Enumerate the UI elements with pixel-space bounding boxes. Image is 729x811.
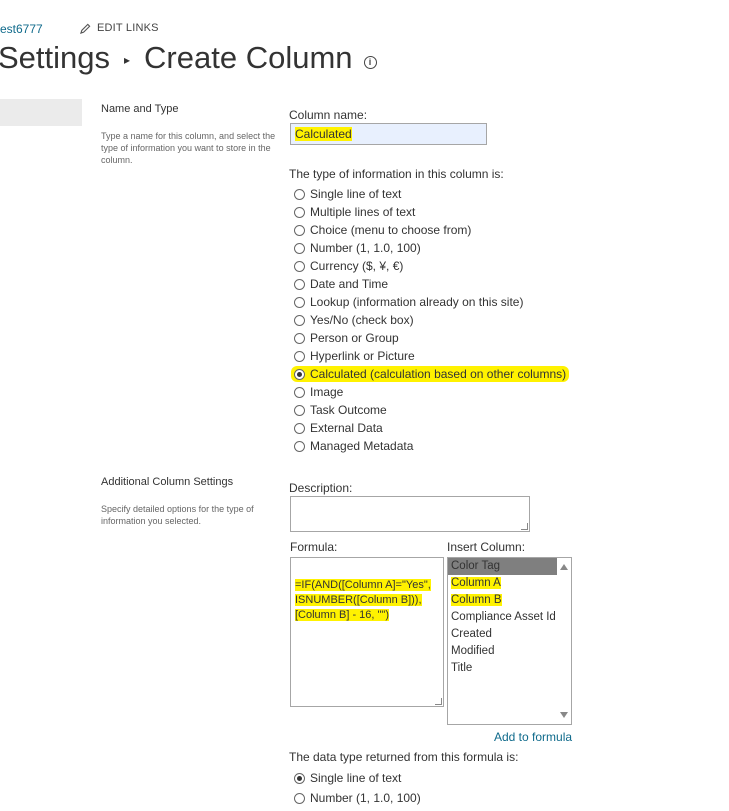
insert-column-option[interactable]: Modified xyxy=(448,643,571,660)
radio-button[interactable] xyxy=(294,206,305,218)
column-type-radio-group: Single line of text Multiple lines of te… xyxy=(291,185,570,455)
type-option[interactable]: Image xyxy=(294,383,569,401)
radio-button[interactable] xyxy=(294,242,305,254)
scroll-down-icon[interactable] xyxy=(560,712,568,718)
type-option[interactable]: Hyperlink or Picture xyxy=(294,347,569,365)
radio-button[interactable] xyxy=(294,404,305,416)
description-label: Description: xyxy=(289,481,353,495)
section-desc-name-and-type: Type a name for this column, and select … xyxy=(101,131,276,165)
type-option[interactable]: Currency ($, ¥, €) xyxy=(294,257,569,275)
type-option-calculated[interactable]: Calculated (calculation based on other c… xyxy=(291,365,570,383)
type-option[interactable]: Number (1, 1.0, 100) xyxy=(294,239,569,257)
radio-button[interactable] xyxy=(294,422,305,434)
pencil-icon xyxy=(80,23,91,34)
insert-column-option[interactable]: Column A xyxy=(448,575,571,592)
return-type-option[interactable]: Single line of text xyxy=(294,768,421,788)
formula-textarea[interactable]: =IF(AND([Column A]="Yes", ISNUMBER([Colu… xyxy=(290,557,444,707)
resize-grip-icon[interactable] xyxy=(521,523,528,530)
return-type-option[interactable]: Number (1, 1.0, 100) xyxy=(294,788,421,808)
info-icon[interactable]: i xyxy=(363,55,377,69)
type-option-label: Lookup (information already on this site… xyxy=(310,295,524,309)
type-option-label: Choice (menu to choose from) xyxy=(310,223,472,237)
radio-button[interactable] xyxy=(294,314,305,326)
insert-column-listbox[interactable]: Color Tag Column A Column B Compliance A… xyxy=(447,557,572,725)
formula-line: [Column B] - 16, "") xyxy=(295,609,390,621)
type-option[interactable]: Date and Time xyxy=(294,275,569,293)
scroll-up-icon[interactable] xyxy=(560,564,568,570)
type-option[interactable]: Task Outcome xyxy=(294,401,569,419)
radio-button[interactable] xyxy=(294,278,305,290)
type-option[interactable]: Yes/No (check box) xyxy=(294,311,569,329)
return-type-radio-group: Single line of text Number (1, 1.0, 100) xyxy=(294,768,421,808)
return-type-label: The data type returned from this formula… xyxy=(289,750,519,764)
section-desc-additional: Specify detailed options for the type of… xyxy=(101,504,254,526)
breadcrumb-parent[interactable]: Settings xyxy=(0,40,110,76)
type-option-label: Managed Metadata xyxy=(310,439,414,453)
radio-button-checked[interactable] xyxy=(294,772,305,784)
page-title-row: Settings ▸ Create Column i xyxy=(0,40,377,76)
listbox-scrollbar[interactable] xyxy=(557,558,571,724)
type-option-label: Task Outcome xyxy=(310,403,387,417)
radio-button[interactable] xyxy=(294,224,305,236)
insert-column-label: Insert Column: xyxy=(447,540,526,554)
type-option[interactable]: Multiple lines of text xyxy=(294,203,569,221)
description-textarea[interactable] xyxy=(290,496,530,532)
add-to-formula-link[interactable]: Add to formula xyxy=(494,730,572,744)
type-option[interactable]: External Data xyxy=(294,419,569,437)
formula-line: ISNUMBER([Column B])), xyxy=(295,594,422,606)
type-label: The type of information in this column i… xyxy=(289,167,504,181)
type-option[interactable]: Single line of text xyxy=(294,185,569,203)
breadcrumb-separator-icon: ▸ xyxy=(124,53,131,67)
radio-button[interactable] xyxy=(294,440,305,452)
edit-links-button[interactable]: EDIT LINKS xyxy=(80,22,159,34)
return-type-label-text: Number (1, 1.0, 100) xyxy=(310,791,421,805)
page-title: Create Column xyxy=(144,40,353,75)
edit-links-label: EDIT LINKS xyxy=(97,22,159,34)
left-nav-stub xyxy=(0,99,82,126)
insert-column-option[interactable]: Compliance Asset Id xyxy=(448,609,571,626)
type-option-label: Single line of text xyxy=(310,187,402,201)
column-name-input[interactable]: Calculated xyxy=(290,123,487,145)
insert-column-option-selected[interactable]: Color Tag xyxy=(448,558,557,575)
type-option-label: Hyperlink or Picture xyxy=(310,349,415,363)
radio-button[interactable] xyxy=(294,296,305,308)
type-option-label: Image xyxy=(310,385,344,399)
radio-button[interactable] xyxy=(294,386,305,398)
type-option[interactable]: Managed Metadata xyxy=(294,437,569,455)
type-option[interactable]: Person or Group xyxy=(294,329,569,347)
type-option-label: External Data xyxy=(310,421,383,435)
radio-button[interactable] xyxy=(294,350,305,362)
radio-button[interactable] xyxy=(294,332,305,344)
radio-button[interactable] xyxy=(294,260,305,272)
radio-button[interactable] xyxy=(294,188,305,200)
resize-grip-icon[interactable] xyxy=(435,698,442,705)
formula-label: Formula: xyxy=(290,540,338,554)
insert-column-option[interactable]: Title xyxy=(448,660,571,677)
type-option-label: Number (1, 1.0, 100) xyxy=(310,241,421,255)
radio-button[interactable] xyxy=(294,792,305,804)
section-title-name-and-type: Name and Type xyxy=(101,103,179,115)
type-option-label: Calculated (calculation based on other c… xyxy=(310,367,567,381)
column-name-label: Column name: xyxy=(289,108,368,122)
insert-column-option[interactable]: Created xyxy=(448,626,571,643)
formula-line: =IF(AND([Column A]="Yes", xyxy=(295,579,431,591)
type-option-label: Yes/No (check box) xyxy=(310,313,414,327)
insert-column-option[interactable]: Column B xyxy=(448,592,571,609)
type-option[interactable]: Lookup (information already on this site… xyxy=(294,293,569,311)
type-option[interactable]: Choice (menu to choose from) xyxy=(294,221,569,239)
column-name-value: Calculated xyxy=(295,127,352,141)
radio-button-checked[interactable] xyxy=(294,368,305,380)
section-title-additional: Additional Column Settings xyxy=(101,476,234,488)
type-option-label: Multiple lines of text xyxy=(310,205,416,219)
type-option-label: Person or Group xyxy=(310,331,399,345)
return-type-label-text: Single line of text xyxy=(310,771,402,785)
type-option-label: Currency ($, ¥, €) xyxy=(310,259,404,273)
type-option-label: Date and Time xyxy=(310,277,389,291)
site-link[interactable]: est6777 xyxy=(0,22,43,36)
